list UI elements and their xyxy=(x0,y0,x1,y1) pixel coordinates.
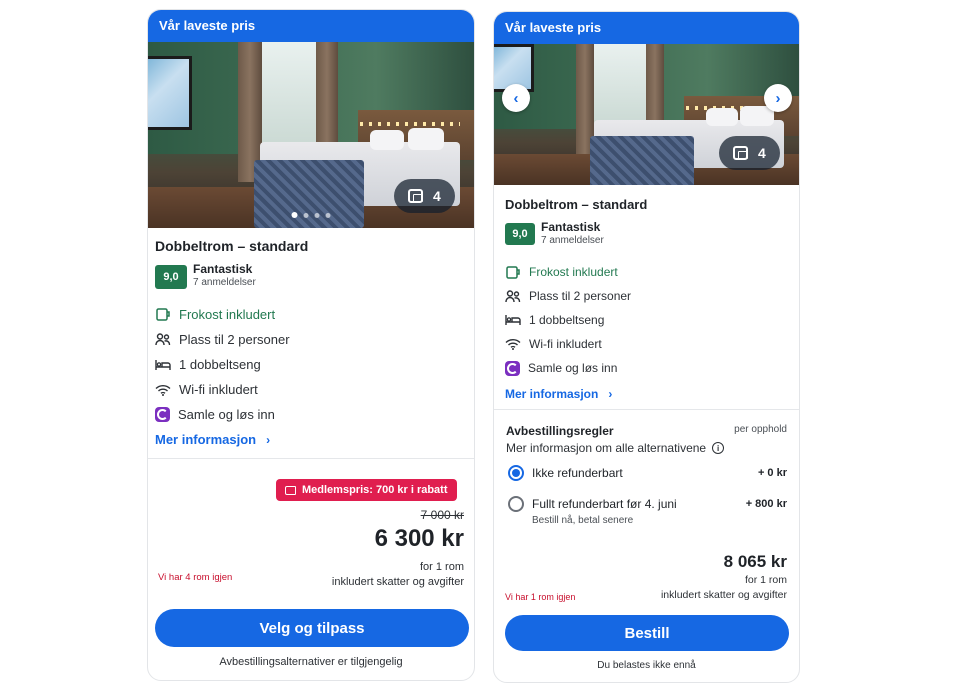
carousel-dots xyxy=(291,212,331,218)
amenity-rewards: Samle og løs inn xyxy=(155,402,290,427)
guest-rating: 9,0 Fantastisk 7 anmeldelser xyxy=(505,220,604,246)
radio-non-refundable[interactable] xyxy=(508,465,524,481)
lowest-price-banner: Vår laveste pris xyxy=(148,10,474,42)
cancellation-availability-note: Avbestillingsalternativer er tilgjengeli… xyxy=(219,656,403,668)
carousel-dot xyxy=(303,212,309,218)
carousel-dot xyxy=(314,212,320,218)
option-non-refundable[interactable]: Ikke refunderbart xyxy=(508,465,623,481)
amenity-bed: 1 dobbeltseng xyxy=(505,308,631,332)
total-price: 8 065 kr xyxy=(723,552,787,571)
room-photo-carousel[interactable]: 4 xyxy=(148,42,474,228)
rating-word: Fantastisk xyxy=(541,220,601,234)
guest-rating: 9,0 Fantastisk 7 anmeldelser xyxy=(155,262,256,289)
price-unit: for 1 rom xyxy=(419,561,464,573)
rating-word: Fantastisk xyxy=(193,262,253,276)
amenity-list: Frokost inkludert Plass til 2 personer 1… xyxy=(505,260,631,380)
breakfast-icon xyxy=(155,308,171,322)
total-price: 6 300 kr xyxy=(374,525,464,552)
chevron-right-icon: › xyxy=(775,89,781,107)
bed-icon xyxy=(505,313,521,327)
collect-earn-icon xyxy=(155,407,170,422)
carousel-dot xyxy=(325,212,331,218)
book-button[interactable]: Bestill xyxy=(505,615,789,651)
member-price-badge: Medlemspris: 700 kr i rabatt xyxy=(276,479,457,501)
not-charged-note: Du belastes ikke ennå xyxy=(597,660,696,671)
chevron-left-icon: ‹ xyxy=(513,89,519,107)
rooms-left-warning: Vi har 1 rom igjen xyxy=(505,592,576,602)
per-stay-label: per opphold xyxy=(734,424,787,435)
original-price: 7 000 kr xyxy=(420,508,464,522)
amenity-wifi: Wi-fi inkludert xyxy=(505,332,631,356)
radio-fully-refundable[interactable] xyxy=(508,496,524,512)
option-fully-refundable[interactable]: Fullt refunderbart før 4. juni Bestill n… xyxy=(508,496,677,526)
price-details: for 1 rom inkludert skatter og avgifter xyxy=(332,560,464,590)
next-photo-button[interactable]: › xyxy=(764,84,792,112)
amenity-breakfast: Frokost inkludert xyxy=(155,302,290,327)
photo-count-button[interactable]: 4 xyxy=(394,179,455,213)
amenity-bed: 1 dobbeltseng xyxy=(155,352,290,377)
photo-count-button[interactable]: 4 xyxy=(719,136,780,170)
divider xyxy=(148,458,474,459)
wifi-icon xyxy=(155,383,171,397)
rating-score: 9,0 xyxy=(155,265,187,289)
more-info-link[interactable]: Mer informasjon › xyxy=(505,387,612,401)
bed-icon xyxy=(155,358,171,372)
info-icon: i xyxy=(712,442,725,454)
select-customize-button[interactable]: Velg og tilpass xyxy=(155,609,469,647)
people-icon xyxy=(505,289,521,303)
gallery-icon xyxy=(408,189,423,203)
amenity-list: Frokost inkludert Plass til 2 personer 1… xyxy=(155,302,290,427)
amenity-capacity: Plass til 2 personer xyxy=(505,284,631,308)
non-refundable-price: + 0 kr xyxy=(757,467,787,479)
review-count: 7 anmeldelser xyxy=(541,235,604,246)
collect-earn-icon xyxy=(505,360,520,376)
wifi-icon xyxy=(505,337,521,351)
price-unit: for 1 rom xyxy=(744,574,787,586)
chevron-right-icon: › xyxy=(266,432,271,447)
rating-score: 9,0 xyxy=(505,223,535,245)
room-card-standard-expanded: Vår laveste pris ‹ › 4 Dobbeltrom – stan… xyxy=(493,11,800,683)
divider xyxy=(494,409,799,410)
more-info-link[interactable]: Mer informasjon › xyxy=(155,432,270,447)
amenity-breakfast: Frokost inkludert xyxy=(505,260,631,284)
room-card-standard: Vår laveste pris 4 Dobbeltrom – standard… xyxy=(147,9,475,681)
room-title: Dobbeltrom – standard xyxy=(155,238,309,254)
people-icon xyxy=(155,333,171,347)
room-photo-carousel[interactable]: ‹ › 4 xyxy=(494,44,799,185)
amenity-capacity: Plass til 2 personer xyxy=(155,327,290,352)
chevron-right-icon: › xyxy=(608,387,613,401)
previous-photo-button[interactable]: ‹ xyxy=(502,84,530,112)
fully-refundable-price: + 800 kr xyxy=(745,498,787,510)
lowest-price-banner: Vår laveste pris xyxy=(494,12,799,44)
price-note: inkludert skatter og avgifter xyxy=(660,589,787,601)
rooms-left-warning: Vi har 4 rom igjen xyxy=(158,572,233,583)
gallery-icon xyxy=(733,146,748,160)
price-note: inkludert skatter og avgifter xyxy=(331,576,464,588)
amenity-rewards: Samle og løs inn xyxy=(505,356,631,380)
room-title: Dobbeltrom – standard xyxy=(505,197,648,212)
carousel-dot xyxy=(291,212,298,218)
tag-icon xyxy=(285,485,296,495)
price-details: for 1 rom inkludert skatter og avgifter xyxy=(661,573,787,603)
cancellation-title: Avbestillingsregler xyxy=(506,424,614,438)
review-count: 7 anmeldelser xyxy=(193,277,256,288)
breakfast-icon xyxy=(505,265,521,279)
amenity-wifi: Wi-fi inkludert xyxy=(155,377,290,402)
cancellation-info-link[interactable]: Mer informasjon om alle alternativene i xyxy=(506,441,725,455)
